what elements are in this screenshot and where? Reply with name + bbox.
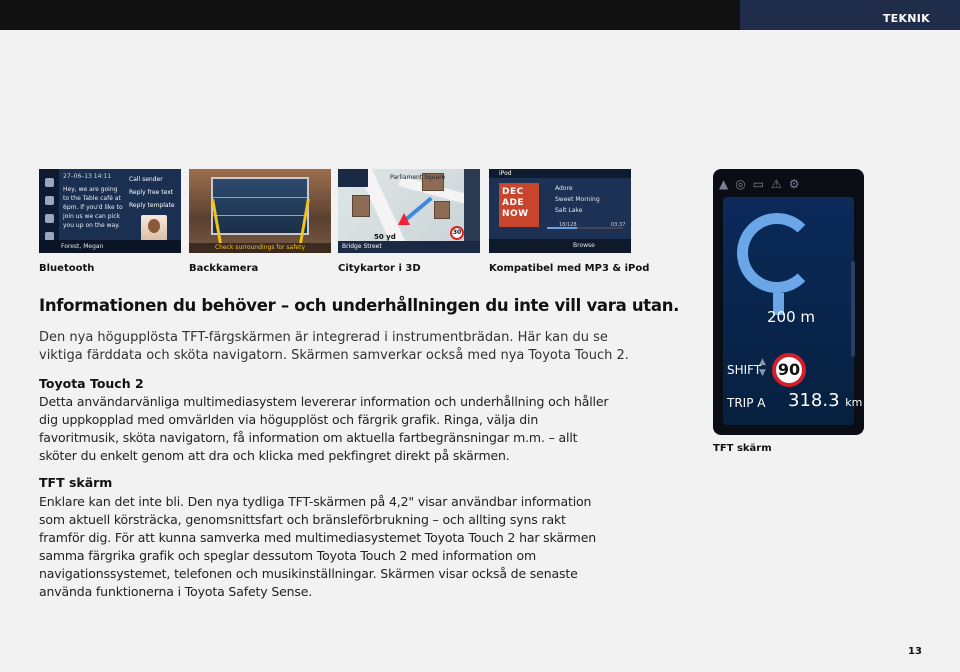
message-date: 27–06–13 14:11	[63, 173, 112, 180]
backup-camera-screenshot: Check surroundings for safety	[189, 169, 331, 253]
track-list: Adore Sweet Morning Salt Lake	[555, 183, 600, 216]
ipod-header: iPod	[489, 169, 631, 178]
caption-bluetooth: Bluetooth	[39, 263, 95, 274]
tft-icon-row: ▲◎▭⚠⚙	[719, 177, 807, 191]
building	[434, 201, 450, 219]
page-number: 13	[908, 646, 922, 657]
touch-paragraph: Detta användarvänliga multimediasystem l…	[39, 394, 609, 463]
menu-item-reply-template: Reply template	[129, 202, 175, 209]
track-item: Sweet Morning	[555, 196, 600, 203]
tft-shift-label: SHIFT	[727, 363, 762, 377]
tft-paragraph: Enklare kan det inte bli. Den nya tydlig…	[39, 494, 597, 599]
menu-item-reply-free-text: Reply free text	[129, 189, 174, 196]
speed-limit-sign: 30	[450, 226, 464, 240]
track-item: Adore	[555, 185, 573, 192]
shift-arrows-icon: ▲ ▼	[759, 357, 766, 378]
roundabout-arrow-icon	[737, 213, 817, 293]
turn-distance: 50 yd	[374, 233, 396, 241]
tft-trip-value: 318.3 km	[788, 390, 862, 411]
map-3d-screenshot: Parliament Square 30 50 yd Bridge Street	[338, 169, 480, 253]
caller-name: Forest, Megan	[61, 243, 104, 250]
caption-backkamera: Backkamera	[189, 263, 259, 274]
tft-scroll-indicator	[851, 261, 855, 357]
garage-door	[211, 177, 309, 235]
map-top-panel	[338, 169, 368, 187]
intro-paragraph: Den nya högupplösta TFT-färgskärmen är i…	[39, 330, 629, 363]
place-label: Parliament Square	[390, 174, 446, 181]
ipod-bottom-bar: Browse	[489, 239, 631, 253]
tft-trip-label: TRIP A	[727, 396, 766, 410]
message-menu: Call sender Reply free text Reply templa…	[129, 173, 175, 212]
browse-label: Browse	[573, 242, 595, 249]
section-label: TEKNIK	[740, 0, 960, 30]
building	[352, 195, 370, 217]
street-name: Bridge Street	[338, 241, 480, 253]
caption-tft: TFT skärm	[713, 443, 772, 454]
tft-heading: TFT skärm	[39, 475, 113, 490]
tft-display: ▲◎▭⚠⚙ 200 m SHIFT ▲ ▼ 90 TRIP A 318.3 km	[713, 169, 864, 435]
touch-heading: Toyota Touch 2	[39, 376, 144, 391]
ipod-screenshot: iPod DEC ADE NOW Adore Sweet Morning Sal…	[489, 169, 631, 253]
caption-citykartor: Citykartor i 3D	[338, 263, 421, 274]
main-heading: Informationen du behöver – och underhåll…	[39, 296, 680, 315]
track-item: Salt Lake	[555, 207, 583, 214]
camera-warning: Check surroundings for safety	[189, 243, 331, 253]
caption-mp3-ipod: Kompatibel med MP3 & iPod	[489, 263, 650, 274]
message-text: Hey, we are going to the Table café at 6…	[63, 186, 123, 229]
trip-unit: km	[845, 396, 863, 409]
position-arrow-icon	[398, 213, 410, 225]
bluetooth-screenshot: 27–06–13 14:11 Hey, we are going to the …	[39, 169, 181, 253]
trip-number: 318.3	[788, 390, 840, 411]
progress-bar	[547, 227, 623, 229]
tft-distance: 200 m	[767, 308, 816, 326]
menu-item-call-sender: Call sender	[129, 176, 163, 183]
speed-limit-sign: 90	[772, 353, 806, 387]
album-art: DEC ADE NOW	[499, 183, 539, 227]
